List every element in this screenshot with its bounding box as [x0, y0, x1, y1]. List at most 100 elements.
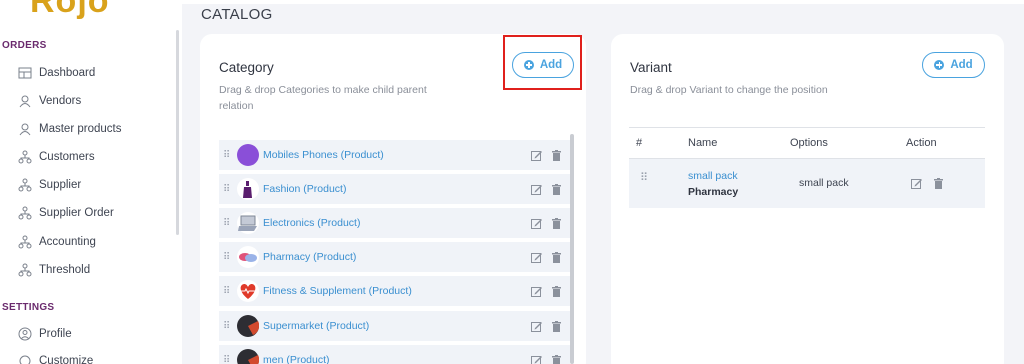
edit-icon[interactable] — [530, 251, 543, 264]
category-label[interactable]: Supermarket (Product) — [263, 320, 530, 332]
sidebar-item-label: Dashboard — [39, 67, 96, 79]
sidebar-item-customize[interactable]: Customize — [18, 354, 93, 364]
sidebar-item-vendors[interactable]: Vendors — [18, 94, 81, 108]
category-label[interactable]: Electronics (Product) — [263, 217, 530, 229]
table-divider — [629, 127, 985, 128]
sidebar-item-label: Master products — [39, 123, 122, 135]
user-icon — [19, 95, 31, 108]
category-row[interactable]: ⠿ Supermarket (Product) — [219, 311, 570, 341]
delete-icon[interactable] — [550, 285, 563, 298]
dashboard-icon — [18, 67, 32, 79]
network-icon — [18, 178, 32, 192]
sidebar-item-profile[interactable]: Profile — [18, 327, 72, 341]
delete-icon[interactable] — [550, 251, 563, 264]
delete-icon[interactable] — [550, 149, 563, 162]
sidebar-item-customers[interactable]: Customers — [18, 150, 95, 164]
delete-icon[interactable] — [550, 217, 563, 230]
edit-icon[interactable] — [530, 320, 543, 333]
orders-section-label: ORDERS — [2, 40, 47, 51]
user-icon — [19, 123, 31, 136]
drag-handle-icon[interactable]: ⠿ — [223, 218, 231, 228]
category-row[interactable]: ⠿ Mobiles Phones (Product) — [219, 140, 570, 170]
network-icon — [18, 263, 32, 277]
edit-icon[interactable] — [530, 183, 543, 196]
sidebar-item-threshold[interactable]: Threshold — [18, 263, 90, 277]
column-header-hash: # — [636, 137, 643, 149]
sidebar-scrollbar[interactable] — [176, 30, 179, 235]
sidebar-item-label: Supplier — [39, 179, 82, 191]
variant-title: Variant — [630, 60, 672, 75]
category-row[interactable]: ⠿ Fashion (Product) — [219, 174, 570, 204]
category-label[interactable]: Fitness & Supplement (Product) — [263, 285, 530, 297]
table-row[interactable]: ⠿ small pack Pharmacy small pack — [629, 159, 985, 208]
category-thumbnail — [237, 246, 259, 268]
category-row[interactable]: ⠿ Electronics (Product) — [219, 208, 570, 238]
category-thumbnail — [237, 315, 260, 337]
sidebar-item-accounting[interactable]: Accounting — [18, 235, 96, 249]
category-thumbnail — [237, 144, 259, 166]
column-header-name: Name — [688, 137, 718, 149]
category-label[interactable]: Pharmacy (Product) — [263, 251, 530, 263]
category-thumbnail — [237, 349, 260, 364]
page-title: CATALOG — [201, 6, 273, 23]
add-variant-label: Add — [950, 59, 973, 71]
category-subtitle-line2: relation — [219, 100, 254, 112]
column-header-action: Action — [906, 137, 937, 149]
sidebar-item-master-products[interactable]: Master products — [18, 122, 121, 136]
edit-icon[interactable] — [530, 285, 543, 298]
sidebar-item-supplier-order[interactable]: Supplier Order — [18, 206, 114, 220]
category-thumbnail — [237, 212, 259, 234]
sidebar-item-supplier[interactable]: Supplier — [18, 178, 81, 192]
sidebar-item-dashboard[interactable]: Dashboard — [18, 66, 95, 80]
edit-icon[interactable] — [910, 177, 923, 190]
category-title: Category — [219, 60, 274, 75]
variant-category: Pharmacy — [688, 186, 739, 198]
delete-icon[interactable] — [550, 354, 563, 364]
variant-name[interactable]: small pack — [688, 170, 738, 182]
sidebar-item-label: Customize — [39, 355, 94, 364]
network-icon — [18, 150, 32, 164]
customize-icon — [19, 355, 31, 364]
drag-handle-icon[interactable]: ⠿ — [223, 184, 231, 194]
drag-handle-icon[interactable]: ⠿ — [223, 355, 231, 364]
sidebar-item-label: Accounting — [39, 236, 96, 248]
settings-section-label: SETTINGS — [2, 302, 55, 313]
category-list-scrollbar[interactable] — [570, 134, 574, 364]
logo: Rojo — [30, 0, 110, 20]
category-row[interactable]: ⠿ men (Product) — [219, 345, 570, 364]
category-thumbnail — [237, 178, 259, 200]
drag-handle-icon[interactable]: ⠿ — [223, 286, 231, 296]
network-icon — [18, 206, 32, 220]
sidebar-item-label: Customers — [39, 151, 95, 163]
variant-subtitle: Drag & drop Variant to change the positi… — [630, 84, 828, 96]
delete-icon[interactable] — [550, 320, 563, 333]
category-row[interactable]: ⠿ Fitness & Supplement (Product) — [219, 276, 570, 306]
edit-icon[interactable] — [530, 354, 543, 364]
category-label[interactable]: Fashion (Product) — [263, 183, 530, 195]
plus-circle-icon — [934, 60, 945, 70]
column-header-options: Options — [790, 137, 828, 149]
sidebar-item-label: Profile — [39, 328, 72, 340]
add-variant-button[interactable]: Add — [922, 52, 985, 78]
category-label[interactable]: men (Product) — [263, 354, 530, 364]
edit-icon[interactable] — [530, 149, 543, 162]
delete-icon[interactable] — [550, 183, 563, 196]
drag-handle-icon[interactable]: ⠿ — [223, 252, 231, 262]
category-subtitle-line1: Drag & drop Categories to make child par… — [219, 84, 427, 96]
top-bar — [182, 0, 1024, 4]
network-icon — [18, 235, 32, 249]
profile-icon — [18, 327, 32, 341]
delete-icon[interactable] — [932, 177, 945, 190]
sidebar-item-label: Supplier Order — [39, 207, 114, 219]
category-label[interactable]: Mobiles Phones (Product) — [263, 149, 530, 161]
edit-icon[interactable] — [530, 217, 543, 230]
category-row[interactable]: ⠿ Pharmacy (Product) — [219, 242, 570, 272]
sidebar-item-label: Threshold — [39, 264, 91, 276]
drag-handle-icon[interactable]: ⠿ — [223, 321, 231, 331]
drag-handle-icon[interactable]: ⠿ — [223, 150, 231, 160]
category-thumbnail — [237, 280, 259, 302]
variant-options: small pack — [799, 177, 849, 189]
sidebar-item-label: Vendors — [39, 95, 82, 107]
drag-handle-icon[interactable]: ⠿ — [640, 173, 648, 184]
sidebar: Rojo ORDERS Dashboard Vendors Master pro… — [0, 0, 182, 364]
